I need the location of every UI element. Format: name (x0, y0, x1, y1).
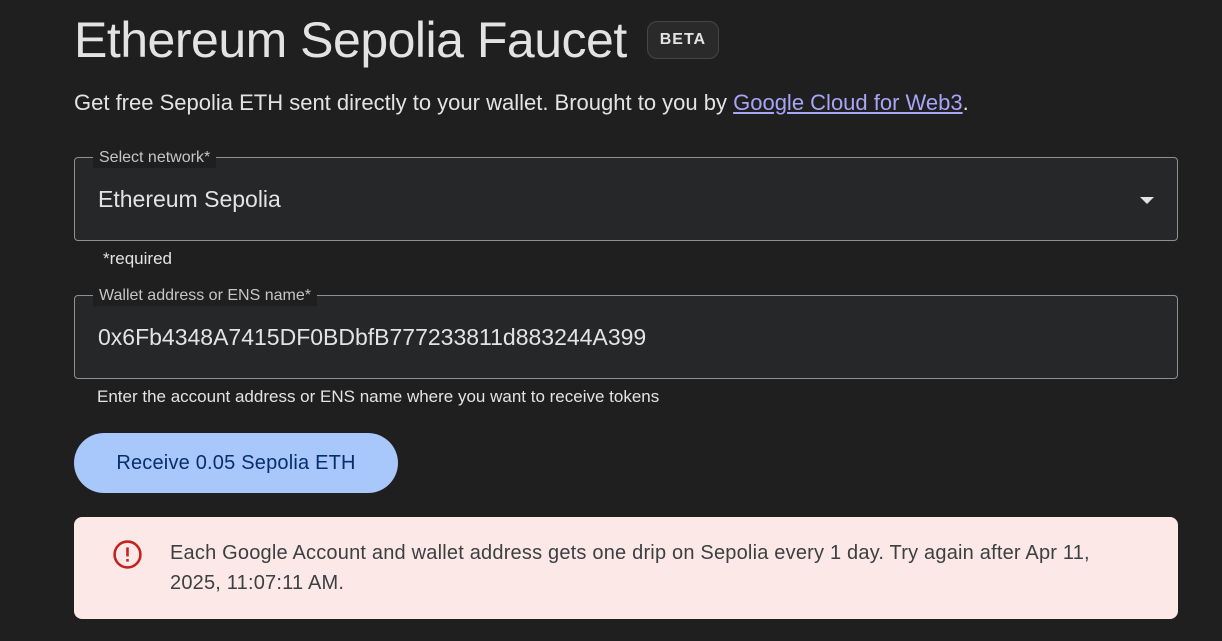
error-icon (113, 540, 142, 569)
error-alert: Each Google Account and wallet address g… (74, 517, 1178, 619)
faucet-page: Ethereum Sepolia Faucet BETA Get free Se… (0, 0, 1222, 641)
network-select-label: Select network* (93, 148, 217, 168)
subtitle-suffix: . (962, 90, 969, 115)
receive-eth-button[interactable]: Receive 0.05 Sepolia ETH (74, 433, 398, 493)
network-select[interactable]: Select network* Ethereum Sepolia (74, 148, 1178, 241)
page-title: Ethereum Sepolia Faucet (74, 12, 627, 68)
page-subtitle: Get free Sepolia ETH sent directly to yo… (74, 90, 969, 116)
wallet-address-value[interactable]: 0x6Fb4348A7415DF0BDbfB777233811d883244A3… (98, 324, 646, 351)
wallet-address-label: Wallet address or ENS name* (93, 286, 317, 306)
beta-badge: BETA (646, 21, 720, 59)
title-row: Ethereum Sepolia Faucet BETA (74, 6, 720, 74)
wallet-address-hint: Enter the account address or ENS name wh… (97, 387, 660, 406)
dropdown-arrow-icon[interactable] (1140, 197, 1154, 204)
google-cloud-web3-link[interactable]: Google Cloud for Web3 (733, 90, 963, 115)
subtitle-text: Get free Sepolia ETH sent directly to yo… (74, 90, 734, 115)
wallet-address-field[interactable]: Wallet address or ENS name* 0x6Fb4348A74… (74, 286, 1178, 379)
alert-message: Each Google Account and wallet address g… (170, 542, 1090, 594)
required-hint: *required (103, 249, 172, 268)
network-select-value: Ethereum Sepolia (98, 186, 281, 212)
